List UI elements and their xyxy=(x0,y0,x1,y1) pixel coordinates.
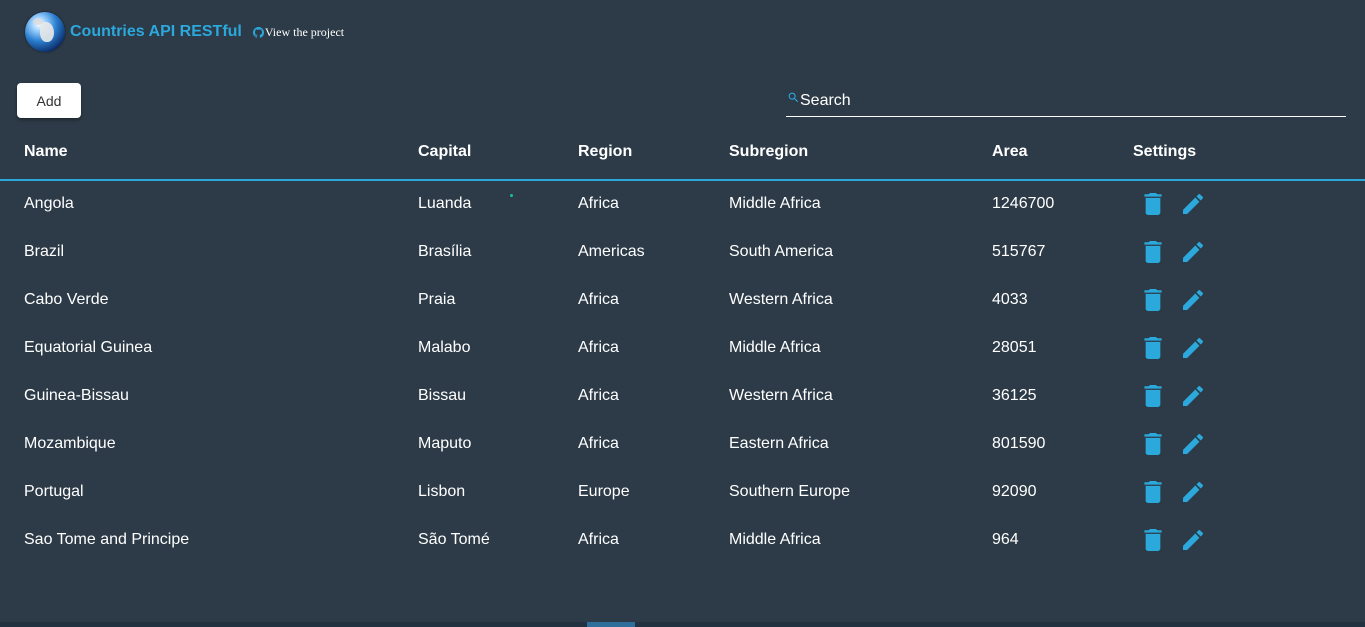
trash-icon[interactable] xyxy=(1143,433,1163,455)
search-icon xyxy=(788,92,799,102)
cell-name: Cabo Verde xyxy=(24,291,109,308)
cell-capital: Praia xyxy=(418,291,456,308)
horizontal-scrollbar[interactable] xyxy=(0,622,1365,627)
row-actions xyxy=(1143,241,1203,263)
scrollbar-thumb[interactable] xyxy=(587,622,635,627)
cell-name: Angola xyxy=(24,195,74,212)
pencil-icon[interactable] xyxy=(1183,337,1203,359)
pencil-icon[interactable] xyxy=(1183,529,1203,551)
cell-subregion: Western Africa xyxy=(729,291,833,308)
table-header: Name Capital Region Subregion Area Setti… xyxy=(0,128,1365,181)
column-header-area: Area xyxy=(992,143,1028,160)
cell-name: Mozambique xyxy=(24,435,116,452)
cell-region: Africa xyxy=(578,387,619,404)
row-actions xyxy=(1143,433,1203,455)
add-button[interactable]: Add xyxy=(17,83,81,118)
row-actions xyxy=(1143,337,1203,359)
cell-region: Africa xyxy=(578,531,619,548)
row-actions xyxy=(1143,481,1203,503)
trash-icon[interactable] xyxy=(1143,289,1163,311)
table-row: Equatorial Guinea Malabo Africa Middle A… xyxy=(0,325,1365,373)
table-row: Brazil Brasília Americas South America 5… xyxy=(0,229,1365,277)
view-project-link[interactable]: View the project xyxy=(252,24,345,40)
cell-region: Europe xyxy=(578,483,630,500)
row-actions xyxy=(1143,289,1203,311)
table-row: Cabo Verde Praia Africa Western Africa 4… xyxy=(0,277,1365,325)
pencil-icon[interactable] xyxy=(1183,433,1203,455)
app-header: Countries API RESTful View the project xyxy=(25,12,344,52)
cell-region: Africa xyxy=(578,435,619,452)
cell-subregion: Middle Africa xyxy=(729,195,821,212)
cell-region: Americas xyxy=(578,243,645,260)
cell-area: 515767 xyxy=(992,243,1046,260)
cell-area: 801590 xyxy=(992,435,1046,452)
view-project-label: View the project xyxy=(264,24,345,39)
pencil-icon[interactable] xyxy=(1183,385,1203,407)
cell-region: Africa xyxy=(578,339,619,356)
column-header-settings: Settings xyxy=(1133,143,1197,160)
cell-subregion: Middle Africa xyxy=(729,531,821,548)
search-field xyxy=(786,86,1346,117)
pencil-icon[interactable] xyxy=(1183,481,1203,503)
column-header-capital: Capital xyxy=(418,143,472,160)
pencil-icon[interactable] xyxy=(1183,289,1203,311)
pencil-icon[interactable] xyxy=(1183,193,1203,215)
trash-icon[interactable] xyxy=(1143,337,1163,359)
column-header-subregion: Subregion xyxy=(729,143,809,160)
table-row: Guinea-Bissau Bissau Africa Western Afri… xyxy=(0,373,1365,421)
table-row: Sao Tome and Principe São Tomé Africa Mi… xyxy=(0,517,1365,565)
cell-capital: Lisbon xyxy=(418,483,466,500)
trash-icon[interactable] xyxy=(1143,481,1163,503)
cell-area: 1246700 xyxy=(992,195,1055,212)
cell-area: 964 xyxy=(992,531,1019,548)
row-actions xyxy=(1143,385,1203,407)
column-header-name: Name xyxy=(24,143,68,160)
search-input[interactable] xyxy=(800,88,1320,114)
cell-region: Africa xyxy=(578,195,619,212)
cell-name: Sao Tome and Principe xyxy=(24,531,190,548)
cell-subregion: Southern Europe xyxy=(729,483,850,500)
cell-capital: São Tomé xyxy=(418,531,490,548)
cell-region: Africa xyxy=(578,291,619,308)
table-row: Portugal Lisbon Europe Southern Europe 9… xyxy=(0,469,1365,517)
cell-subregion: Eastern Africa xyxy=(729,435,829,452)
cell-area: 4033 xyxy=(992,291,1028,308)
trash-icon[interactable] xyxy=(1143,529,1163,551)
cell-name: Guinea-Bissau xyxy=(24,387,129,404)
row-actions xyxy=(1143,193,1203,215)
cell-capital: Bissau xyxy=(418,387,467,404)
github-icon xyxy=(252,26,264,38)
trash-icon[interactable] xyxy=(1143,385,1163,407)
column-header-region: Region xyxy=(578,143,633,160)
cell-subregion: Western Africa xyxy=(729,387,833,404)
app-title: Countries API RESTful xyxy=(70,23,242,40)
pencil-icon[interactable] xyxy=(1183,241,1203,263)
table-row: Angola Luanda Africa Middle Africa 12467… xyxy=(0,181,1365,229)
cell-name: Brazil xyxy=(24,243,65,260)
cell-name: Equatorial Guinea xyxy=(24,339,153,356)
cell-area: 28051 xyxy=(992,339,1037,356)
cell-name: Portugal xyxy=(24,483,84,500)
row-actions xyxy=(1143,529,1203,551)
trash-icon[interactable] xyxy=(1143,241,1163,263)
cell-capital: Malabo xyxy=(418,339,471,356)
cell-capital: Luanda xyxy=(418,195,472,212)
cell-capital: Brasília xyxy=(418,243,472,260)
countries-app: Countries API RESTful View the project A… xyxy=(0,0,1365,627)
cell-area: 92090 xyxy=(992,483,1037,500)
trash-icon[interactable] xyxy=(1143,193,1163,215)
cell-subregion: Middle Africa xyxy=(729,339,821,356)
cell-subregion: South America xyxy=(729,243,834,260)
table-body: Angola Luanda Africa Middle Africa 12467… xyxy=(0,181,1365,565)
table-row: Mozambique Maputo Africa Eastern Africa … xyxy=(0,421,1365,469)
cell-area: 36125 xyxy=(992,387,1037,404)
cell-capital: Maputo xyxy=(418,435,472,452)
globe-icon xyxy=(25,12,65,52)
